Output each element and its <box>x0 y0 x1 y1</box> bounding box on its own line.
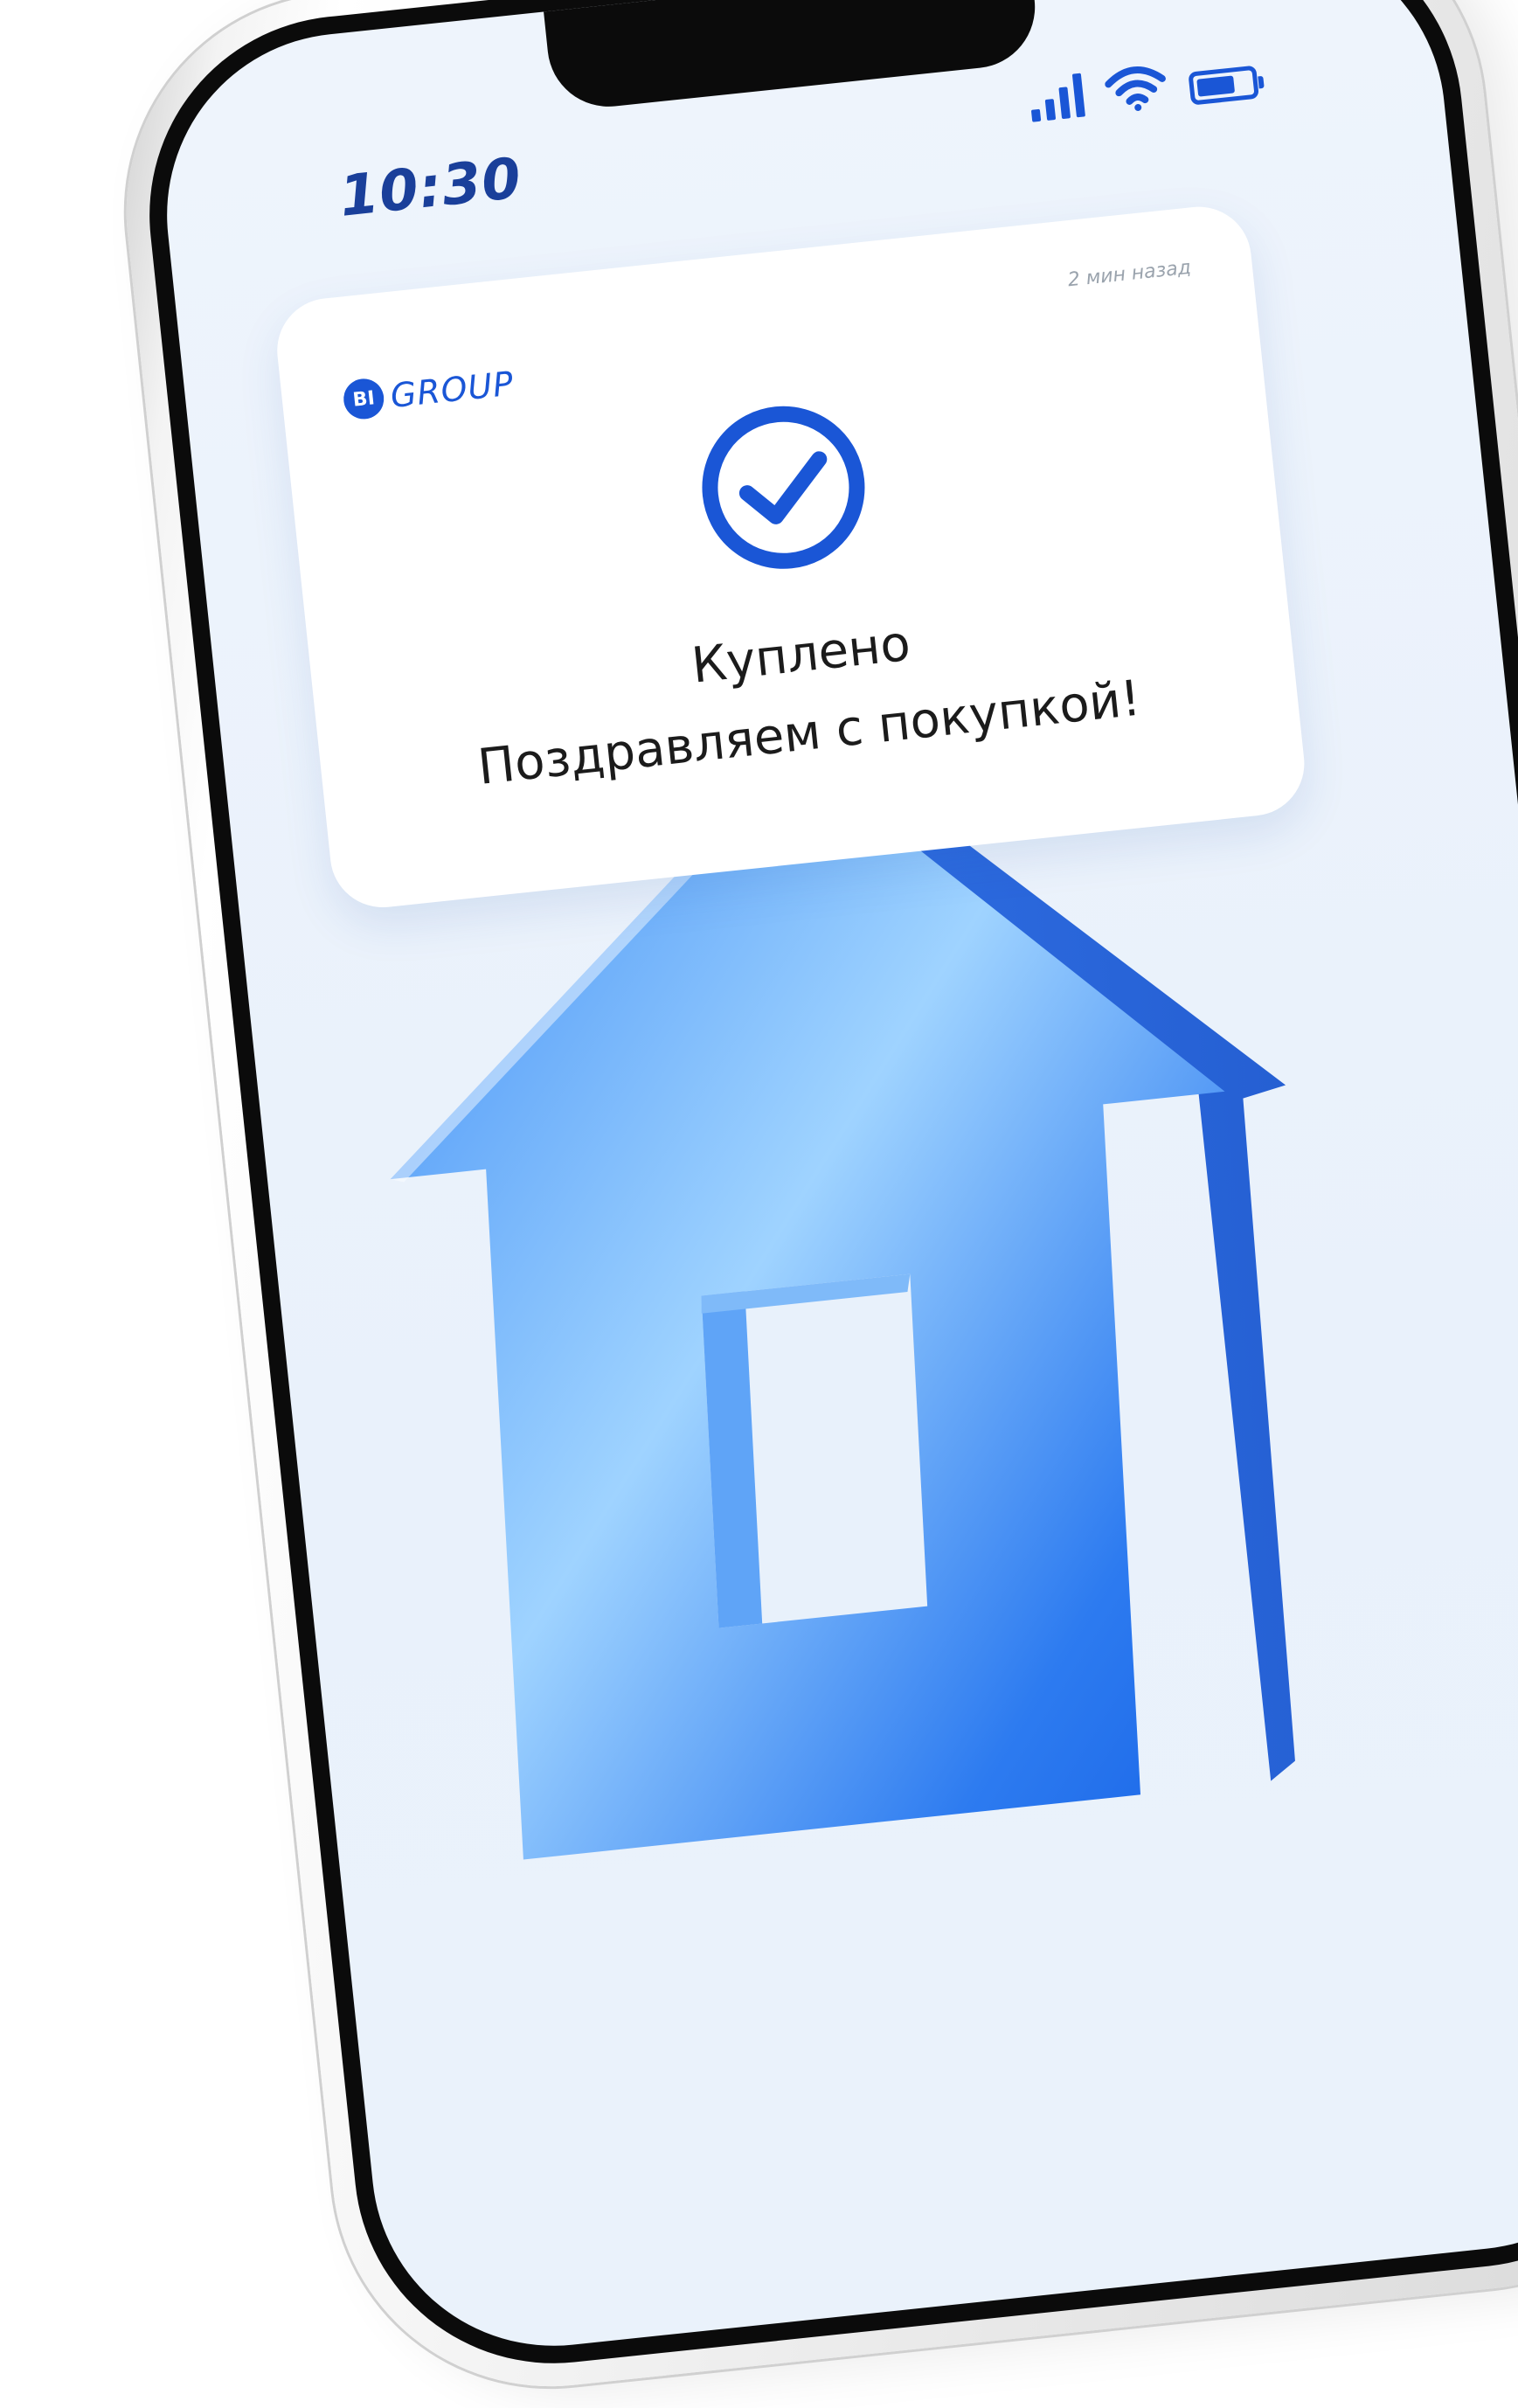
cellular-signal-icon <box>1028 70 1085 122</box>
battery-icon <box>1188 65 1259 106</box>
brand-name: GROUP <box>388 364 516 416</box>
status-time: 10:30 <box>336 146 525 230</box>
wifi-icon <box>1105 66 1166 111</box>
checkmark-circle-icon <box>702 406 865 569</box>
phone-screen: 10:30 2 мин назад BI GROUP Куплено Поздр… <box>149 0 1518 2364</box>
brand-badge: BI <box>341 377 386 421</box>
notification-timestamp: 2 мин назад <box>1066 256 1193 292</box>
phone-device: 10:30 2 мин назад BI GROUP Куплено Поздр… <box>105 0 1518 2408</box>
brand-logo: BI GROUP <box>341 364 516 421</box>
notification-card[interactable]: 2 мин назад BI GROUP Куплено Поздравляем… <box>272 201 1310 913</box>
notch <box>543 0 1042 113</box>
status-icons <box>1028 52 1259 122</box>
